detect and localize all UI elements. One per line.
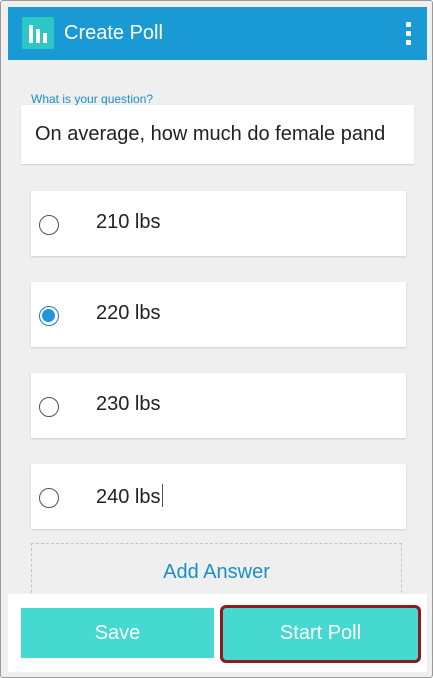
app-bar: Create Poll <box>8 7 427 60</box>
save-button[interactable]: Save <box>21 608 214 658</box>
text-cursor <box>161 484 163 507</box>
answer-option-3[interactable]: 230 lbs <box>31 373 406 438</box>
question-label: What is your question? <box>31 92 154 106</box>
answer-text[interactable]: 220 lbs <box>96 302 161 325</box>
radio-button-selected[interactable] <box>39 306 59 326</box>
poll-chart-icon[interactable] <box>22 17 54 49</box>
poll-form: What is your question? 210 lbs 220 lbs 2… <box>8 60 427 594</box>
question-input[interactable] <box>21 105 414 164</box>
answer-text[interactable]: 230 lbs <box>96 393 161 416</box>
add-answer-button[interactable]: Add Answer <box>31 543 402 594</box>
answer-text[interactable]: 210 lbs <box>96 211 161 234</box>
start-poll-button[interactable]: Start Poll <box>220 605 421 663</box>
overflow-menu-icon[interactable] <box>403 20 413 48</box>
radio-button[interactable] <box>39 397 59 417</box>
device-frame: Create Poll What is your question? 210 l… <box>0 0 433 678</box>
answer-text[interactable]: 240 lbs <box>96 486 161 508</box>
bottom-action-bar: Save Start Poll <box>8 594 427 672</box>
radio-button[interactable] <box>39 215 59 235</box>
radio-button[interactable] <box>39 488 59 508</box>
answer-option-4[interactable]: 240 lbs <box>31 464 406 529</box>
answer-option-1[interactable]: 210 lbs <box>31 191 406 256</box>
answer-text-wrap[interactable]: 240 lbs <box>96 484 163 509</box>
answer-option-2[interactable]: 220 lbs <box>31 282 406 347</box>
page-title: Create Poll <box>64 22 163 44</box>
